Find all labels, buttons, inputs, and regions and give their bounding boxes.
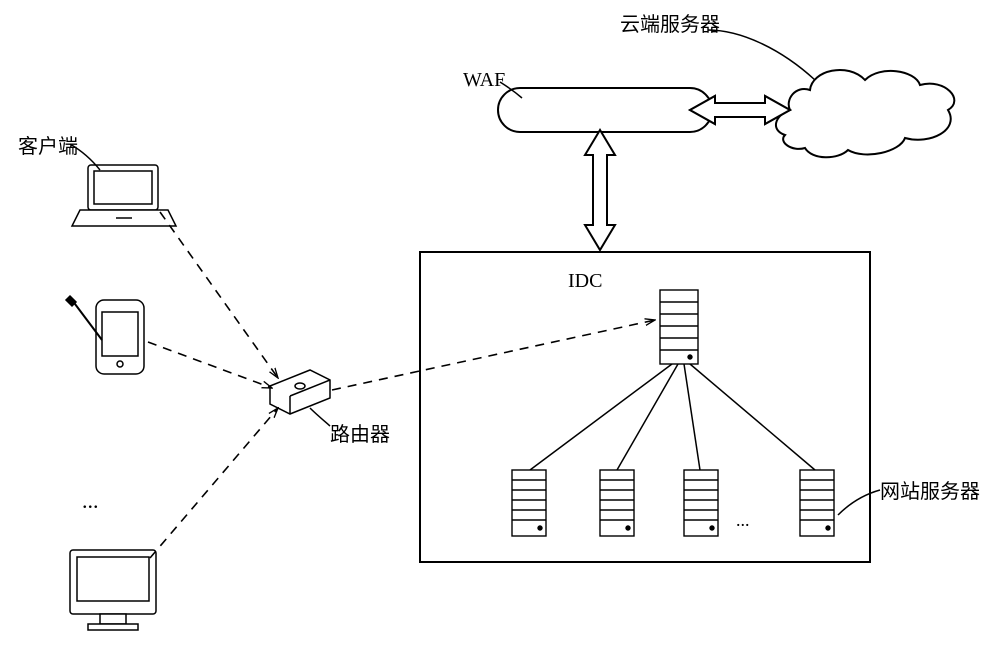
client-to-router-arrows bbox=[148, 212, 278, 558]
tablet-icon bbox=[66, 296, 144, 374]
leader-web-server bbox=[838, 490, 880, 515]
laptop-icon bbox=[72, 165, 176, 226]
network-diagram: 云端服务器 WAF 客户端 路由器 IDC 网站服务器 ... ... bbox=[0, 0, 1000, 658]
waf-capsule bbox=[498, 88, 712, 132]
router-to-server-arrow bbox=[332, 320, 655, 390]
leader-cloud-server bbox=[708, 30, 815, 80]
cloud-icon bbox=[776, 70, 954, 157]
router-icon bbox=[270, 370, 330, 414]
server-front bbox=[660, 290, 698, 364]
leader-router bbox=[310, 408, 330, 426]
desktop-icon bbox=[70, 550, 156, 630]
arrow-waf-idc bbox=[585, 130, 615, 250]
server-fanout bbox=[530, 364, 815, 470]
diagram-svg bbox=[0, 0, 1000, 658]
server-row bbox=[512, 470, 834, 536]
